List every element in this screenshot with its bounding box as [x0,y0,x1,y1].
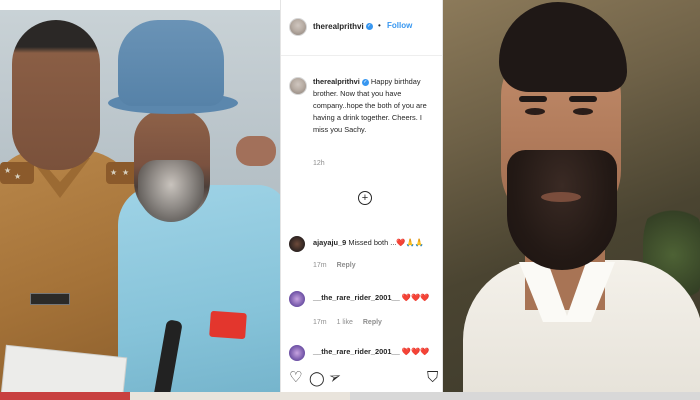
avatar[interactable] [289,345,305,361]
verified-badge-icon: ✓ [361,78,369,86]
plus-circle-icon[interactable]: + [358,191,372,205]
separator-dot: • [378,21,381,30]
right-photo-portrait [443,0,700,392]
reply-button[interactable]: Reply [363,319,382,326]
comment-icon[interactable]: ◯ [309,370,325,386]
avatar[interactable] [289,291,305,307]
comment-text: ajayaju_9 Missed both ...❤️🙏🙏 [313,238,424,247]
bottom-strip [350,392,700,400]
comment-meta: 17m 1 like Reply [313,319,390,326]
comment-meta: 17m Reply [313,262,364,269]
instagram-post-panel: therealprithvi ✓ • Follow therealprithvi ✓… [280,0,443,400]
hair [499,2,627,92]
avatar[interactable] [289,18,307,36]
left-photo-officer-and-director: ★ ★ ★ ★ [0,10,280,392]
post-caption: therealprithvi ✓ Happy birthday brother. … [313,76,439,136]
eye-right [573,108,593,115]
caption-username[interactable]: therealprithvi [313,77,360,86]
beard [507,150,617,270]
avatar[interactable] [289,236,305,252]
star-icon: ★ [122,168,130,177]
bookmark-icon[interactable]: ⛉ [427,370,438,386]
comment-username[interactable]: __the_rare_rider_2001__ [313,293,400,302]
hand-on-shoulder [236,136,276,166]
star-icon: ★ [110,168,118,177]
mouth [541,192,581,202]
comment-text: __the_rare_rider_2001__ ❤️❤️❤️ [313,347,429,356]
eyebrow-left [519,96,547,102]
comment-likes[interactable]: 1 like [337,319,353,326]
officer-head [12,20,100,170]
comment-body: ❤️❤️❤️ [401,347,430,356]
eyebrow-right [569,96,597,102]
blue-bucket-hat [118,20,224,106]
comment-body: ❤️❤️❤️ [401,293,430,302]
share-icon[interactable]: ➢ [326,367,344,387]
eye-left [525,108,545,115]
comment-time: 17m [313,319,327,326]
post-header: therealprithvi ✓ • Follow [281,0,442,56]
comment-body: Missed both ...❤️🙏🙏 [348,238,425,247]
follow-button[interactable]: Follow [387,21,412,30]
verified-badge-icon: ✓ [365,23,373,31]
reply-button[interactable]: Reply [337,262,356,269]
comment-time: 17m [313,262,327,269]
bottom-strip [130,392,350,400]
heart-icon[interactable]: ♡ [289,370,302,386]
username-text[interactable]: therealprithvi [313,22,364,31]
red-pocket-item [209,310,247,340]
post-username[interactable]: therealprithvi ✓ [313,22,373,31]
comment-text: __the_rare_rider_2001__ ❤️❤️❤️ [313,293,429,302]
name-tag [30,293,70,305]
star-icon: ★ [14,172,22,181]
bottom-strip [0,392,130,400]
comment-username[interactable]: ajayaju_9 [313,238,346,247]
comment-username[interactable]: __the_rare_rider_2001__ [313,347,400,356]
caption-avatar[interactable] [289,77,307,95]
epaulette-left: ★ ★ [0,162,34,184]
star-icon: ★ [4,166,12,175]
caption-timestamp: 12h [313,160,325,167]
blue-shirt [118,185,280,392]
